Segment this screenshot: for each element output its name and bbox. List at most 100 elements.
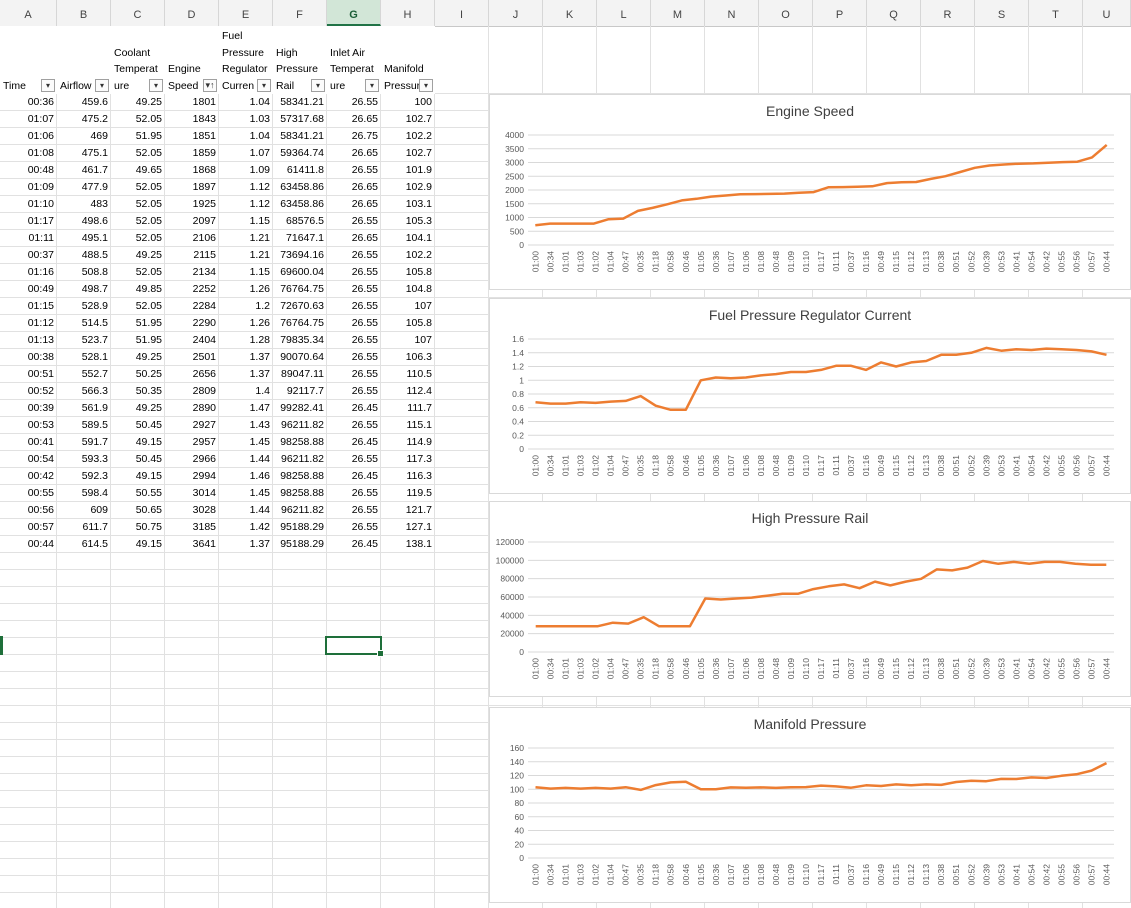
- table-cell[interactable]: 102.9: [381, 179, 435, 196]
- table-cell[interactable]: 26.65: [327, 230, 381, 247]
- table-cell[interactable]: 96211.82: [273, 502, 327, 519]
- table-cell[interactable]: 1.37: [219, 349, 273, 366]
- table-cell[interactable]: 26.65: [327, 111, 381, 128]
- table-cell[interactable]: 95188.29: [273, 536, 327, 553]
- table-cell[interactable]: 01:08: [0, 145, 57, 162]
- table-header-cell[interactable]: Engine Speed ▾↑: [165, 26, 219, 94]
- table-cell[interactable]: 483: [57, 196, 111, 213]
- table-cell[interactable]: 1.15: [219, 264, 273, 281]
- table-cell[interactable]: 52.05: [111, 264, 165, 281]
- sort-ascending-filter-icon[interactable]: ▾↑: [203, 79, 217, 92]
- table-cell[interactable]: 528.1: [57, 349, 111, 366]
- filter-dropdown-icon[interactable]: ▾: [257, 79, 271, 92]
- table-cell[interactable]: 1851: [165, 128, 219, 145]
- table-cell[interactable]: 26.55: [327, 264, 381, 281]
- table-cell[interactable]: 73694.16: [273, 247, 327, 264]
- table-cell[interactable]: 101.9: [381, 162, 435, 179]
- table-cell[interactable]: 488.5: [57, 247, 111, 264]
- table-cell[interactable]: 2890: [165, 400, 219, 417]
- table-cell[interactable]: 1.45: [219, 485, 273, 502]
- table-cell[interactable]: 51.95: [111, 315, 165, 332]
- table-cell[interactable]: 2656: [165, 366, 219, 383]
- table-cell[interactable]: 00:36: [0, 94, 57, 111]
- table-cell[interactable]: 79835.34: [273, 332, 327, 349]
- table-cell[interactable]: 111.7: [381, 400, 435, 417]
- column-header-p[interactable]: P: [813, 0, 867, 26]
- column-header-m[interactable]: M: [651, 0, 705, 26]
- series-line[interactable]: [535, 761, 1108, 792]
- table-cell[interactable]: 1.47: [219, 400, 273, 417]
- table-cell[interactable]: 477.9: [57, 179, 111, 196]
- table-cell[interactable]: 2404: [165, 332, 219, 349]
- table-cell[interactable]: 495.1: [57, 230, 111, 247]
- filter-dropdown-icon[interactable]: ▾: [41, 79, 55, 92]
- table-cell[interactable]: 96211.82: [273, 451, 327, 468]
- table-cell[interactable]: 00:41: [0, 434, 57, 451]
- table-cell[interactable]: 90070.64: [273, 349, 327, 366]
- column-header-t[interactable]: T: [1029, 0, 1083, 26]
- table-cell[interactable]: 26.65: [327, 196, 381, 213]
- table-cell[interactable]: 26.55: [327, 502, 381, 519]
- table-cell[interactable]: 51.95: [111, 128, 165, 145]
- table-cell[interactable]: 127.1: [381, 519, 435, 536]
- column-header-b[interactable]: B: [57, 0, 111, 26]
- table-cell[interactable]: 63458.86: [273, 179, 327, 196]
- table-cell[interactable]: 2134: [165, 264, 219, 281]
- table-cell[interactable]: 1.07: [219, 145, 273, 162]
- table-cell[interactable]: 102.2: [381, 128, 435, 145]
- table-cell[interactable]: 01:09: [0, 179, 57, 196]
- table-cell[interactable]: 26.55: [327, 383, 381, 400]
- table-cell[interactable]: 2106: [165, 230, 219, 247]
- table-cell[interactable]: 26.65: [327, 145, 381, 162]
- table-cell[interactable]: 49.85: [111, 281, 165, 298]
- table-cell[interactable]: 00:54: [0, 451, 57, 468]
- table-cell[interactable]: 102.2: [381, 247, 435, 264]
- table-cell[interactable]: 01:17: [0, 213, 57, 230]
- table-cell[interactable]: 2252: [165, 281, 219, 298]
- table-cell[interactable]: 1.42: [219, 519, 273, 536]
- table-cell[interactable]: 26.55: [327, 94, 381, 111]
- table-cell[interactable]: 26.65: [327, 179, 381, 196]
- table-cell[interactable]: 58341.21: [273, 128, 327, 145]
- table-cell[interactable]: 1.26: [219, 315, 273, 332]
- table-cell[interactable]: 49.25: [111, 349, 165, 366]
- column-header-a[interactable]: A: [0, 0, 57, 26]
- table-cell[interactable]: 52.05: [111, 213, 165, 230]
- table-cell[interactable]: 1868: [165, 162, 219, 179]
- table-cell[interactable]: 1.04: [219, 94, 273, 111]
- table-cell[interactable]: 52.05: [111, 179, 165, 196]
- table-cell[interactable]: 1.15: [219, 213, 273, 230]
- table-header-cell[interactable]: Manifold Pressur ▾: [381, 26, 435, 94]
- table-cell[interactable]: 614.5: [57, 536, 111, 553]
- table-header-cell[interactable]: Inlet Air Temperat ure ▾: [327, 26, 381, 94]
- table-cell[interactable]: 1.43: [219, 417, 273, 434]
- table-cell[interactable]: 98258.88: [273, 485, 327, 502]
- table-cell[interactable]: 1.03: [219, 111, 273, 128]
- table-cell[interactable]: 609: [57, 502, 111, 519]
- table-cell[interactable]: 00:48: [0, 162, 57, 179]
- table-cell[interactable]: 461.7: [57, 162, 111, 179]
- table-cell[interactable]: 2097: [165, 213, 219, 230]
- table-cell[interactable]: 1.37: [219, 536, 273, 553]
- table-cell[interactable]: 50.45: [111, 451, 165, 468]
- series-line[interactable]: [535, 559, 1107, 628]
- table-cell[interactable]: 96211.82: [273, 417, 327, 434]
- table-cell[interactable]: 459.6: [57, 94, 111, 111]
- table-cell[interactable]: 589.5: [57, 417, 111, 434]
- table-cell[interactable]: 2809: [165, 383, 219, 400]
- table-cell[interactable]: 611.7: [57, 519, 111, 536]
- table-cell[interactable]: 107: [381, 332, 435, 349]
- table-cell[interactable]: 1.21: [219, 247, 273, 264]
- table-cell[interactable]: 2957: [165, 434, 219, 451]
- column-header-c[interactable]: C: [111, 0, 165, 26]
- table-cell[interactable]: 3028: [165, 502, 219, 519]
- table-cell[interactable]: 72670.63: [273, 298, 327, 315]
- table-cell[interactable]: 01:11: [0, 230, 57, 247]
- column-header-r[interactable]: R: [921, 0, 975, 26]
- table-cell[interactable]: 3641: [165, 536, 219, 553]
- table-cell[interactable]: 01:07: [0, 111, 57, 128]
- table-cell[interactable]: 26.55: [327, 417, 381, 434]
- table-cell[interactable]: 475.2: [57, 111, 111, 128]
- column-header-u[interactable]: U: [1083, 0, 1131, 26]
- table-cell[interactable]: 76764.75: [273, 315, 327, 332]
